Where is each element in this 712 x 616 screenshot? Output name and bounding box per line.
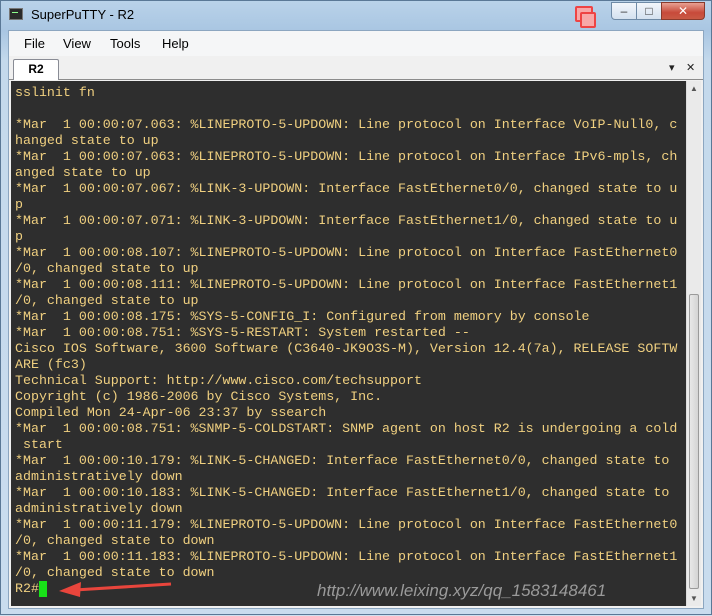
- red-arrow-icon: [59, 582, 172, 597]
- app-window: SuperPuTTY - R2 – □ ✕ File View Tools He…: [0, 0, 712, 615]
